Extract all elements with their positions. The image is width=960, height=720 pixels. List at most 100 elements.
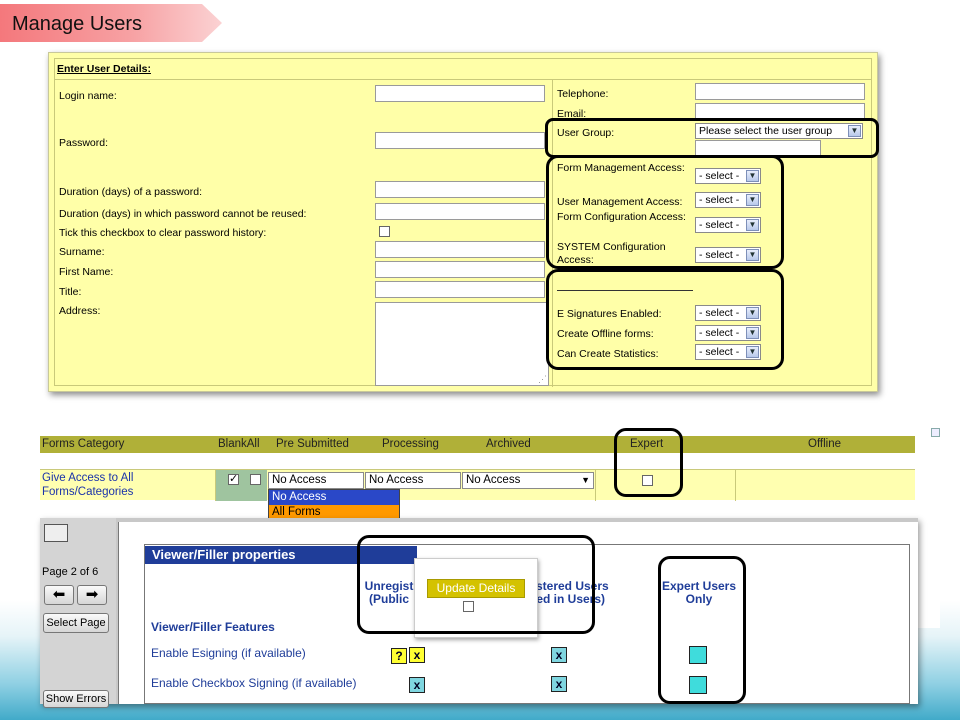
address-textarea[interactable]: ⋰ bbox=[375, 302, 549, 386]
system-configuration-label: SYSTEM Configuration Access: bbox=[557, 241, 666, 266]
e-signatures-label: E Signatures Enabled: bbox=[557, 308, 662, 320]
arrow-left-icon: ⬅ bbox=[52, 586, 66, 603]
column-expert-only: Expert Users Only bbox=[661, 579, 737, 606]
system-configuration-select[interactable]: - select - ▼ bbox=[695, 247, 761, 263]
header-forms-category: Forms Category bbox=[42, 438, 125, 450]
login-name-input[interactable] bbox=[375, 85, 545, 102]
clear-history-label: Tick this checkbox to clear password his… bbox=[59, 227, 267, 239]
surname-label: Surname: bbox=[59, 246, 105, 258]
offline-forms-select[interactable]: - select - ▼ bbox=[695, 325, 761, 341]
user-details-header: Enter User Details: bbox=[57, 63, 151, 75]
telephone-label: Telephone: bbox=[557, 88, 609, 100]
form-configuration-label: Form Configuration Access: bbox=[557, 211, 686, 223]
header-offline: Offline bbox=[808, 438, 842, 450]
header-archived: Archived bbox=[486, 438, 531, 450]
user-details-frame: Enter User Details: Login name: Password… bbox=[54, 58, 872, 387]
help-icon[interactable]: ? bbox=[391, 648, 407, 664]
statistics-label: Can Create Statistics: bbox=[557, 348, 659, 360]
give-access-row: Give Access to All Forms/Categories ✓ No… bbox=[40, 469, 915, 501]
clear-history-checkbox[interactable] bbox=[379, 226, 390, 237]
statistics-select[interactable]: - select - ▼ bbox=[695, 344, 761, 360]
e-signatures-select[interactable]: - select - ▼ bbox=[695, 305, 761, 321]
esigning-unregistered-checkbox[interactable]: x bbox=[409, 647, 425, 663]
user-group-label: User Group: bbox=[557, 127, 615, 139]
chevron-down-icon: ▼ bbox=[746, 194, 759, 206]
separator-line bbox=[557, 290, 693, 291]
chevron-down-icon: ▼ bbox=[848, 125, 861, 137]
blank-all-cell: ✓ bbox=[215, 470, 267, 501]
user-group-input[interactable] bbox=[695, 140, 821, 157]
form-management-select[interactable]: - select - ▼ bbox=[695, 168, 761, 184]
expert-checkbox[interactable] bbox=[642, 475, 653, 486]
feature-esigning-label: Enable Esigning (if available) bbox=[151, 646, 306, 660]
password-input[interactable] bbox=[375, 132, 545, 149]
page-navigation-sidebar: Page 2 of 6 ⬅ ➡ Select Page Show Errors bbox=[40, 518, 116, 708]
email-label: Email: bbox=[557, 108, 587, 120]
form-management-label: Form Management Access: bbox=[557, 162, 685, 174]
calendar-icon[interactable] bbox=[44, 524, 68, 542]
pre-submitted-dropdown[interactable]: No Access All Forms bbox=[268, 489, 400, 521]
password-reuse-label: Duration (days) in which password cannot… bbox=[59, 208, 307, 220]
resize-grip-icon[interactable]: ⋰ bbox=[538, 374, 547, 385]
forms-category-header: Forms Category BlankAll Pre Submitted Pr… bbox=[40, 436, 915, 453]
password-reuse-input[interactable] bbox=[375, 203, 545, 220]
viewer-filler-title: Viewer/Filler properties bbox=[145, 546, 417, 564]
viewer-filler-features-label: Viewer/Filler Features bbox=[151, 620, 275, 634]
chevron-down-icon: ▼ bbox=[746, 249, 759, 261]
header-pre-submitted: Pre Submitted bbox=[276, 438, 349, 450]
user-group-select[interactable]: Please select the user group ▼ bbox=[695, 123, 863, 139]
column-unregistered: Unregist (Public bbox=[364, 579, 414, 606]
pre-submitted-select[interactable]: No Access bbox=[268, 472, 364, 489]
checkbox-signing-registered-checkbox[interactable]: x bbox=[551, 676, 567, 692]
password-label: Password: bbox=[59, 137, 109, 149]
user-details-panel: Enter User Details: Login name: Password… bbox=[48, 52, 878, 392]
chevron-down-icon: ▼ bbox=[746, 307, 759, 319]
address-label: Address: bbox=[59, 305, 101, 317]
chevron-down-icon: ▼ bbox=[746, 346, 759, 358]
telephone-input[interactable] bbox=[695, 83, 865, 100]
esigning-expert-checkbox[interactable] bbox=[689, 646, 707, 664]
chevron-down-icon: ▼ bbox=[746, 327, 759, 339]
scrollbar-corner-icon[interactable] bbox=[931, 428, 940, 437]
give-access-label: Give Access to All Forms/Categories bbox=[42, 472, 134, 498]
check-icon: ✓ bbox=[229, 473, 239, 485]
show-errors-button[interactable]: Show Errors bbox=[43, 690, 109, 708]
processing-select[interactable]: No Access bbox=[365, 472, 461, 489]
offline-forms-label: Create Offline forms: bbox=[557, 328, 654, 340]
login-name-label: Login name: bbox=[59, 90, 117, 102]
arrow-right-icon: ➡ bbox=[85, 586, 99, 603]
esigning-registered-checkbox[interactable]: x bbox=[551, 647, 567, 663]
feature-checkbox-signing-label: Enable Checkbox Signing (if available) bbox=[151, 676, 357, 690]
title-label: Title: bbox=[59, 286, 82, 298]
first-name-input[interactable] bbox=[375, 261, 545, 278]
update-details-button[interactable]: Update Details bbox=[427, 579, 525, 598]
header-processing: Processing bbox=[382, 438, 439, 450]
form-configuration-select[interactable]: - select - ▼ bbox=[695, 217, 761, 233]
page-title: Manage Users bbox=[12, 13, 143, 35]
all-checkbox[interactable] bbox=[250, 474, 261, 485]
blank-checkbox[interactable]: ✓ bbox=[228, 473, 239, 485]
page-indicator: Page 2 of 6 bbox=[42, 566, 99, 578]
email-input[interactable] bbox=[695, 103, 865, 120]
dropdown-option-no-access[interactable]: No Access bbox=[269, 490, 399, 505]
chevron-down-icon: ▼ bbox=[581, 475, 590, 485]
chevron-down-icon: ▼ bbox=[746, 219, 759, 231]
update-popup: Update Details bbox=[414, 558, 538, 638]
header-expert: Expert bbox=[630, 438, 664, 450]
header-blank-all: BlankAll bbox=[218, 438, 260, 450]
password-duration-label: Duration (days) of a password: bbox=[59, 186, 202, 198]
checkbox-signing-expert-checkbox[interactable] bbox=[689, 676, 707, 694]
password-duration-input[interactable] bbox=[375, 181, 545, 198]
user-management-label: User Management Access: bbox=[557, 196, 683, 208]
first-name-label: First Name: bbox=[59, 266, 114, 278]
popup-checkbox[interactable] bbox=[463, 601, 474, 612]
chevron-down-icon: ▼ bbox=[746, 170, 759, 182]
surname-input[interactable] bbox=[375, 241, 545, 258]
checkbox-signing-unregistered-checkbox[interactable]: x bbox=[409, 677, 425, 693]
user-management-select[interactable]: - select - ▼ bbox=[695, 192, 761, 208]
title-input[interactable] bbox=[375, 281, 545, 298]
archived-select[interactable]: No Access ▼ bbox=[462, 472, 594, 489]
select-page-button[interactable]: Select Page bbox=[43, 613, 109, 633]
next-page-button[interactable]: ➡ bbox=[77, 585, 107, 605]
prev-page-button[interactable]: ⬅ bbox=[44, 585, 74, 605]
